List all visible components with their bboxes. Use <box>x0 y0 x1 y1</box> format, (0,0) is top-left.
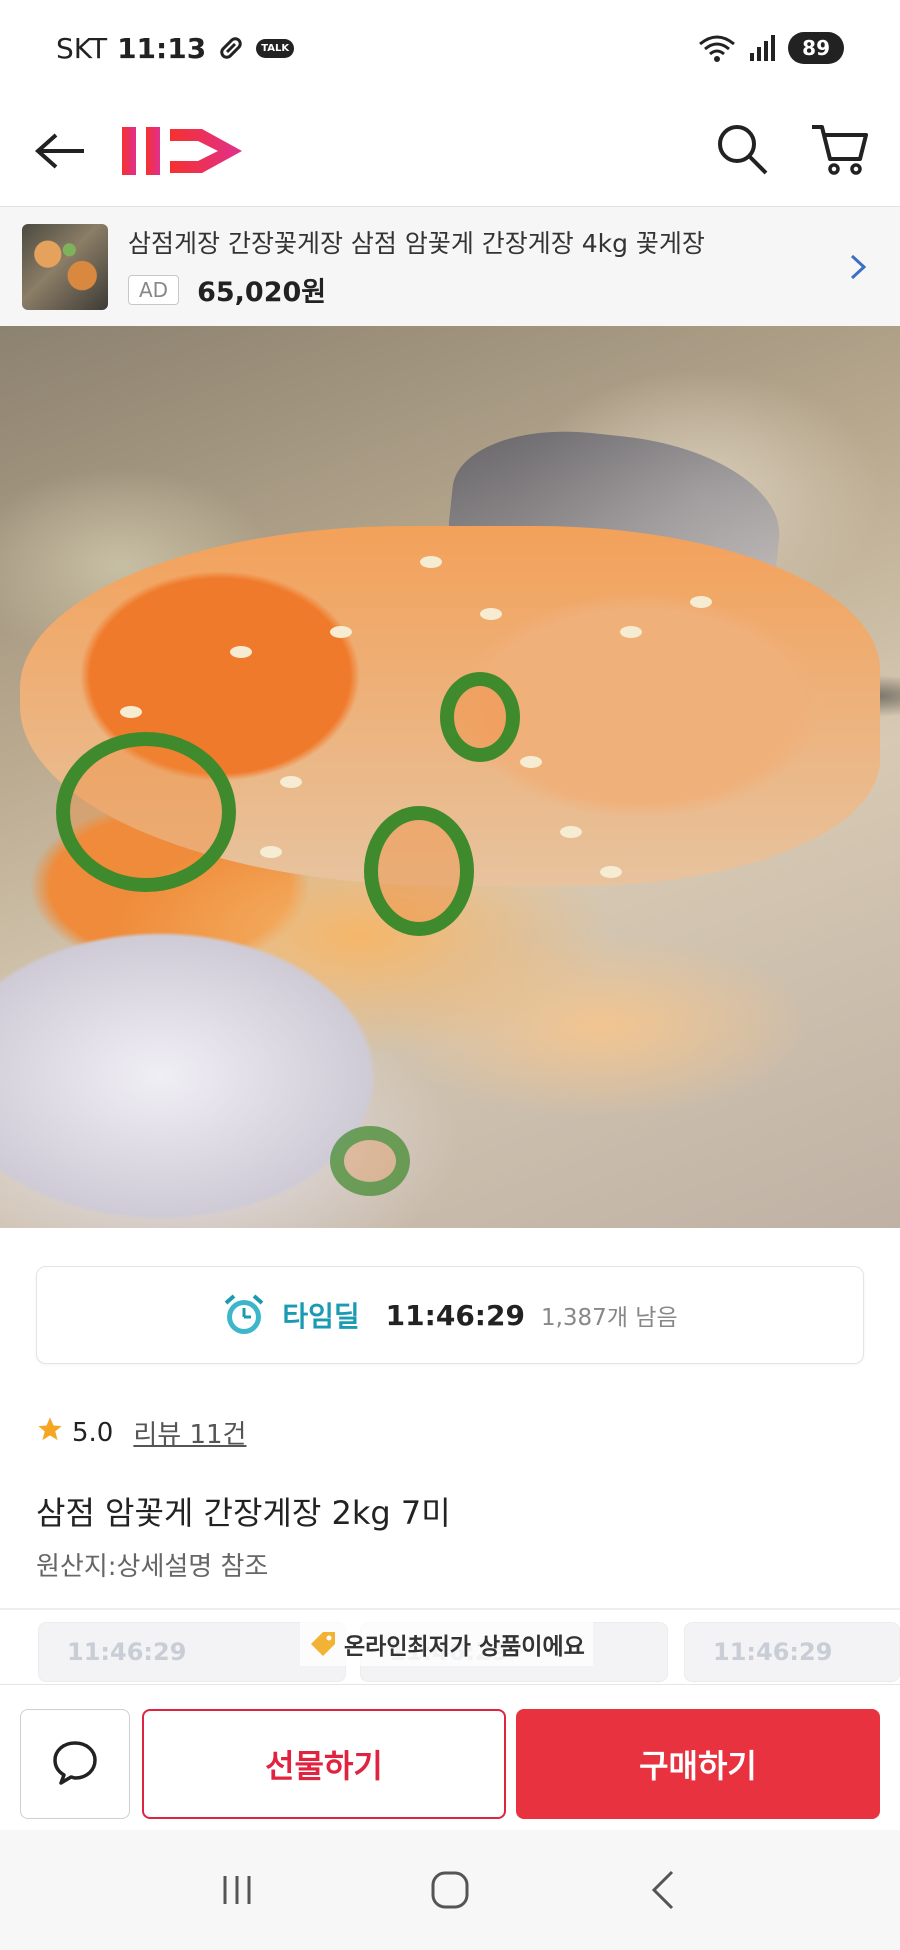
system-navigation-bar <box>0 1830 900 1950</box>
sesame-seed <box>480 608 502 620</box>
sesame-seed <box>230 646 252 658</box>
timedeal-label: 타임딜 <box>282 1300 360 1333</box>
sesame-seed <box>420 556 442 568</box>
talk-badge: TALK <box>256 38 295 58</box>
ad-price-row: AD 65,020원 <box>128 270 838 309</box>
ad-thumbnail-image <box>22 223 108 310</box>
green-onion-ring <box>440 672 520 762</box>
sesame-seed <box>520 756 542 768</box>
timedeal-countdown: 11:46:29 <box>385 1298 525 1332</box>
price-tag-icon <box>308 1629 338 1659</box>
product-origin: 원산지:상세설명 참조 <box>36 1552 269 1582</box>
related-deal-time: 11:46:29 <box>67 1638 187 1666</box>
related-deal-card[interactable]: 11:46:29 <box>684 1622 900 1682</box>
lowest-price-text: 온라인최저가 상품이에요 <box>344 1634 585 1660</box>
star-icon <box>36 1415 64 1450</box>
green-onion-ring <box>330 1126 410 1196</box>
clock-time: 11:13 <box>117 31 207 65</box>
sesame-seed <box>280 776 302 788</box>
carrier: SKT <box>56 31 108 65</box>
ad-price: 65,020원 <box>197 277 327 308</box>
bottom-action-bar: 선물하기 구매하기 <box>0 1684 900 1819</box>
rating-score: 5.0 <box>72 1417 114 1448</box>
wifi-icon <box>696 32 738 64</box>
recent-apps-icon[interactable] <box>207 1860 267 1920</box>
section-divider <box>0 1608 900 1610</box>
green-onion-ring <box>364 806 474 936</box>
signal-icon <box>748 33 778 63</box>
buy-button[interactable]: 구매하기 <box>516 1709 880 1819</box>
search-icon[interactable] <box>714 121 770 181</box>
ad-text: 삼점게장 간장꽃게장 삼점 암꽃게 간장게장 4kg 꽃게장 AD 65,020… <box>128 224 838 309</box>
system-back-icon[interactable] <box>633 1860 693 1920</box>
related-deals-strip: 11:46:29 11:46:29 11:46:29 온라인최저가 상품이에요 <box>0 1622 900 1682</box>
chat-bubble-icon <box>50 1737 100 1791</box>
green-onion-ring <box>56 732 236 892</box>
timedeal-remaining-stock: 1,387개 남음 <box>540 1305 678 1331</box>
status-left: SKT 11:13 TALK <box>56 31 295 65</box>
link-icon <box>216 33 246 63</box>
timedeal-banner[interactable]: 타임딜 11:46:29 1,387개 남음 <box>36 1266 864 1364</box>
alarm-clock-icon <box>222 1293 266 1337</box>
back-arrow-icon[interactable] <box>30 121 90 181</box>
sesame-seed <box>330 626 352 638</box>
top-nav <box>0 96 900 206</box>
lowest-price-badge: 온라인최저가 상품이에요 <box>300 1622 593 1666</box>
sesame-seed <box>600 866 622 878</box>
review-count-link[interactable]: 리뷰 11건 <box>133 1414 246 1451</box>
product-image[interactable] <box>0 326 900 1228</box>
ad-title: 삼점게장 간장꽃게장 삼점 암꽃게 간장게장 4kg 꽃게장 <box>128 229 705 258</box>
ad-banner[interactable]: 삼점게장 간장꽃게장 삼점 암꽃게 간장게장 4kg 꽃게장 AD 65,020… <box>0 206 900 326</box>
battery-indicator: 89 <box>788 32 844 64</box>
chevron-right-icon[interactable] <box>838 247 878 287</box>
related-deal-time: 11:46:29 <box>713 1638 833 1666</box>
status-right: 89 <box>696 32 844 64</box>
home-icon[interactable] <box>420 1860 480 1920</box>
sesame-seed <box>620 626 642 638</box>
status-bar: SKT 11:13 TALK 89 <box>0 0 900 96</box>
product-title: 삼점 암꽃게 간장게장 2kg 7미 <box>36 1494 451 1532</box>
rating-row: 5.0 리뷰 11건 <box>36 1414 246 1451</box>
nav-actions <box>714 121 870 181</box>
sesame-seed <box>690 596 712 608</box>
brand-logo[interactable] <box>118 121 258 181</box>
sesame-seed <box>560 826 582 838</box>
sesame-seed <box>120 706 142 718</box>
gift-button[interactable]: 선물하기 <box>142 1709 506 1819</box>
ad-label: AD <box>128 274 180 305</box>
cart-icon[interactable] <box>810 121 870 181</box>
chat-button[interactable] <box>20 1709 130 1819</box>
sesame-seed <box>260 846 282 858</box>
